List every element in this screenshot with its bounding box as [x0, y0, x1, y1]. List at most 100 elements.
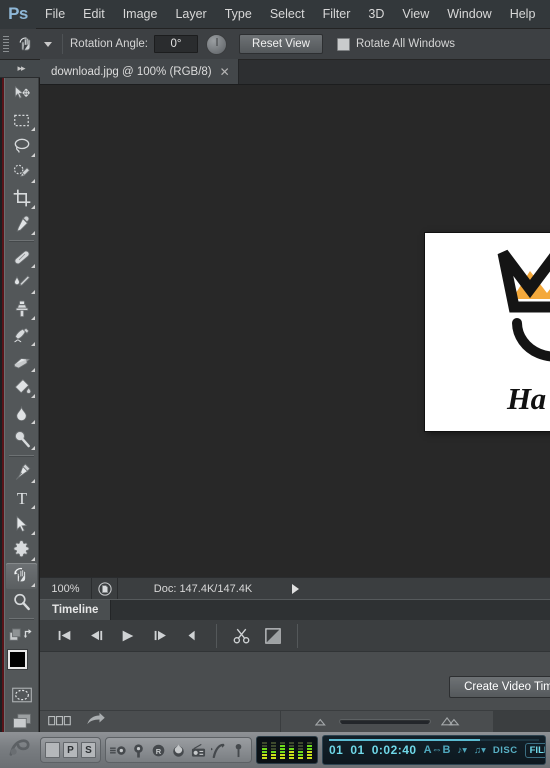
frame-thumbnails-icon[interactable] [48, 713, 72, 731]
play-button[interactable] [112, 621, 144, 651]
effects-icon[interactable] [210, 742, 227, 759]
quick-mask-mode-button[interactable] [6, 682, 37, 708]
timeline-footer [40, 710, 550, 733]
recorder-icon[interactable]: R [150, 742, 167, 759]
rotate-all-windows-label: Rotate All Windows [355, 38, 456, 50]
previous-frame-button[interactable] [80, 621, 112, 651]
radio-icon[interactable] [190, 742, 207, 759]
foreground-color-swatch[interactable] [8, 650, 27, 669]
document-tab-title: download.jpg @ 100% (RGB/8) [51, 65, 212, 78]
rotation-angle-input[interactable]: 0° [154, 35, 199, 53]
next-frame-button[interactable] [144, 621, 176, 651]
document-tab-strip: download.jpg @ 100% (RGB/8) ✕ [40, 59, 550, 85]
custom-shape-tool[interactable] [6, 537, 37, 563]
eraser-tool[interactable] [6, 348, 37, 374]
audio-button[interactable] [176, 621, 208, 651]
channel-rack-icon[interactable] [110, 742, 127, 759]
file-button[interactable]: FILE [524, 742, 545, 758]
status-bar: 100% Doc: 147.4K/147.4K [40, 577, 550, 600]
playlist-button[interactable]: P [63, 742, 78, 758]
fl-studio-logo-icon[interactable] [8, 738, 32, 763]
rectangular-marquee-tool[interactable] [6, 107, 37, 133]
toolbar-collapse-button[interactable]: ▸▸ [0, 60, 42, 78]
document-preview-icon[interactable] [92, 577, 118, 600]
color-swatches[interactable] [6, 650, 37, 682]
burn-icon[interactable] [170, 742, 187, 759]
document-tab[interactable]: download.jpg @ 100% (RGB/8) ✕ [40, 59, 239, 84]
timeline-track-area[interactable]: Create Video Timeline [40, 652, 550, 710]
timeline-zoom-slider[interactable] [281, 710, 493, 733]
menu-item-window[interactable]: Window [438, 0, 500, 29]
microphone-icon[interactable] [230, 742, 247, 759]
menu-item-type[interactable]: Type [216, 0, 261, 29]
render-video-arrow-icon[interactable] [86, 712, 106, 731]
mixer-icon[interactable] [130, 742, 147, 759]
pattern-blank-button[interactable] [45, 742, 60, 758]
crown-and-smiley-icon [497, 249, 550, 362]
tempo-dropdown-icon[interactable]: ♫▾ [474, 745, 486, 756]
svg-text:R: R [156, 746, 162, 755]
horizontal-type-tool[interactable]: T [6, 485, 37, 511]
create-video-timeline-button[interactable]: Create Video Timeline [449, 676, 550, 698]
document-canvas[interactable]: Ha [425, 233, 550, 431]
zoom-in-large-mountain-icon[interactable] [440, 713, 460, 731]
tool-preset-chevron-down-icon[interactable] [41, 29, 55, 60]
song-position-bar[interactable] [329, 739, 539, 741]
zoom-slider-track[interactable] [338, 719, 431, 724]
menu-item-help[interactable]: Help [501, 0, 545, 29]
tab-timeline[interactable]: Timeline [40, 600, 112, 620]
plugin-shortcut-group: R [105, 737, 252, 763]
bar-number-display[interactable]: 01 [350, 743, 364, 757]
crop-tool[interactable] [6, 185, 37, 211]
go-to-first-frame-button[interactable] [48, 621, 80, 651]
ab-loop-label[interactable]: A⇔B [424, 744, 451, 756]
history-brush-tool[interactable] [6, 322, 37, 348]
pattern-number-display[interactable]: 01 [329, 743, 343, 757]
eyedropper-tool[interactable] [6, 211, 37, 237]
lasso-tool[interactable] [6, 133, 37, 159]
gradient-tool[interactable] [6, 374, 37, 400]
menu-item-file[interactable]: File [36, 0, 74, 29]
menu-item-layer[interactable]: Layer [166, 0, 215, 29]
rotate-view-tool[interactable] [6, 563, 37, 589]
brush-tool[interactable] [6, 270, 37, 296]
menu-item-3d[interactable]: 3D [359, 0, 393, 29]
step-sequencer-button[interactable]: S [81, 742, 96, 758]
meter-bar [271, 741, 276, 759]
toolbar-divider [9, 618, 34, 619]
pen-tool[interactable] [6, 459, 37, 485]
rotation-dial-icon[interactable] [206, 33, 228, 55]
snap-dropdown-icon[interactable]: ♪▾ [457, 745, 467, 756]
timeline-footer-end [493, 710, 550, 733]
zoom-level-field[interactable]: 100% [40, 577, 92, 600]
menu-item-view[interactable]: View [393, 0, 438, 29]
dodge-tool[interactable] [6, 426, 37, 452]
disc-button[interactable]: DISC [493, 745, 518, 756]
menu-item-filter[interactable]: Filter [314, 0, 360, 29]
quick-selection-tool[interactable] [6, 159, 37, 185]
rotate-all-windows-checkbox[interactable]: Rotate All Windows [336, 37, 456, 51]
blur-tool[interactable] [6, 400, 37, 426]
clone-stamp-tool[interactable] [6, 296, 37, 322]
path-selection-tool[interactable] [6, 511, 37, 537]
checkbox-box[interactable] [336, 37, 350, 51]
menu-item-image[interactable]: Image [114, 0, 167, 29]
rotate-view-tool-icon[interactable] [11, 29, 41, 60]
zoom-out-small-mountain-icon[interactable] [314, 713, 329, 731]
close-icon[interactable]: ✕ [220, 66, 230, 78]
options-bar-grip[interactable] [0, 29, 11, 60]
menu-item-edit[interactable]: Edit [74, 0, 114, 29]
fl-transport-panel[interactable]: 01 01 0:02:40 A⇔B ♪▾ ♫▾ DISC FILE [322, 735, 546, 765]
transition-button[interactable] [257, 621, 289, 651]
zoom-tool[interactable] [6, 589, 37, 615]
screen-mode-button[interactable] [6, 708, 37, 732]
time-code-display[interactable]: 0:02:40 [372, 743, 417, 757]
split-clip-button[interactable] [225, 621, 257, 651]
spot-healing-brush-tool[interactable] [6, 244, 37, 270]
move-tool[interactable] [6, 81, 37, 107]
reset-view-button[interactable]: Reset View [239, 34, 323, 54]
status-expand-button[interactable] [288, 578, 302, 600]
photoshop-window: Ps File Edit Image Layer Type Select Fil… [0, 0, 550, 768]
canvas-area[interactable]: Ha [40, 85, 550, 577]
menu-item-select[interactable]: Select [261, 0, 314, 29]
